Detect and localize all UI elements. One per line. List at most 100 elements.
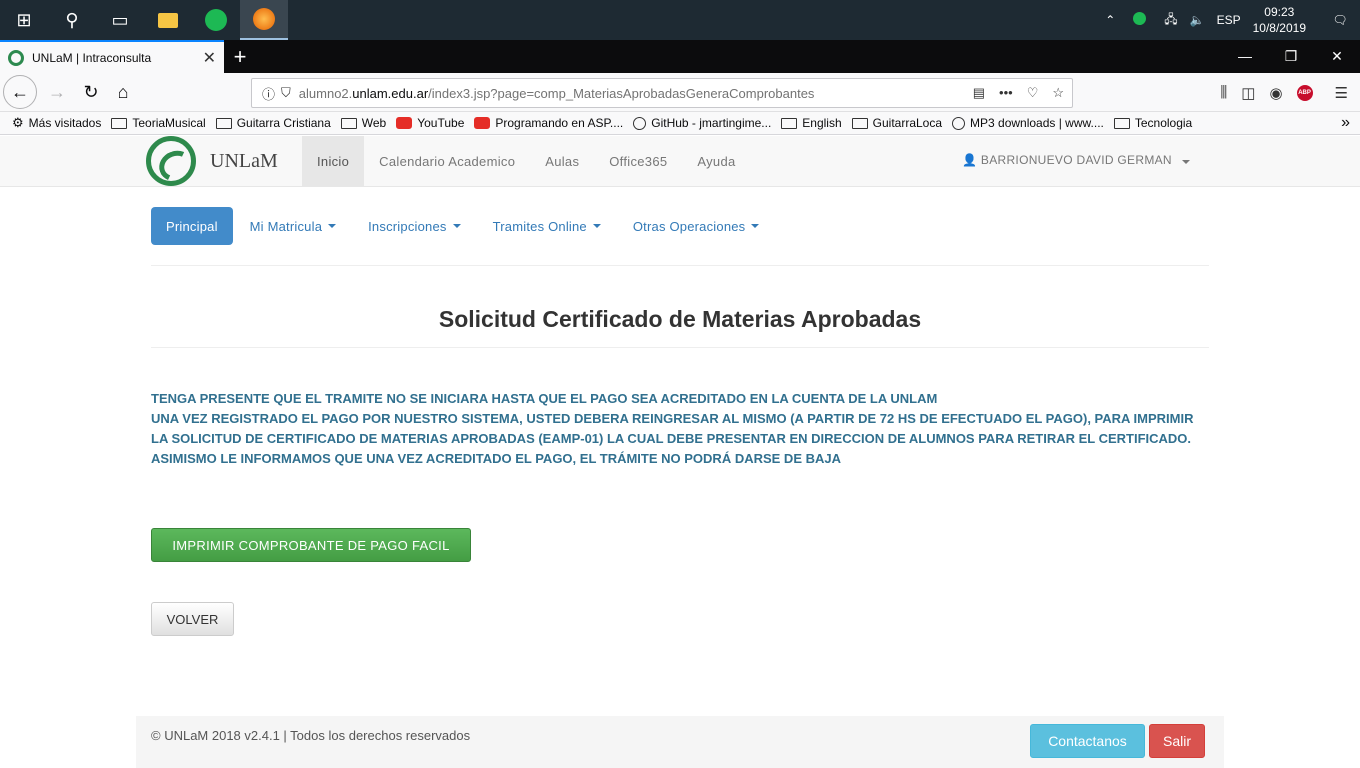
- bookmark-item[interactable]: English: [781, 116, 842, 130]
- network-icon[interactable]: 🖧: [1164, 10, 1177, 31]
- reload-icon[interactable]: ↻: [75, 76, 107, 108]
- folder-icon: [781, 117, 798, 129]
- firefox-icon[interactable]: [240, 0, 288, 40]
- bookmark-item[interactable]: YouTube: [396, 116, 464, 130]
- top-navigation: Inicio Calendario Academico Aulas Office…: [302, 136, 751, 186]
- tracking-shield-icon[interactable]: ⛉: [281, 85, 291, 101]
- bookmark-label: Tecnologia: [1134, 116, 1193, 130]
- divider: [151, 265, 1209, 266]
- minimize-icon[interactable]: —: [1222, 40, 1268, 73]
- notice-line: UNA VEZ REGISTRADO EL PAGO POR NUESTRO S…: [151, 411, 1194, 446]
- clock-date: 10/8/2019: [1252, 21, 1306, 35]
- pill-label: Principal: [166, 218, 218, 234]
- url-prefix: alumno2.: [298, 85, 353, 101]
- more-bookmarks-icon[interactable]: »: [1341, 114, 1350, 132]
- url-host: unlam.edu.ar: [352, 85, 429, 101]
- spotify-tray-icon[interactable]: [1127, 12, 1152, 28]
- url-path: /index3.jsp?page=comp_MateriasAprobadasG…: [428, 85, 815, 101]
- bookmark-item[interactable]: GuitarraLoca: [851, 116, 942, 130]
- page-actions-icon[interactable]: •••: [999, 85, 1013, 101]
- pill-otras-operaciones[interactable]: Otras Operaciones: [618, 207, 775, 245]
- chevron-up-icon[interactable]: ⌃: [1105, 13, 1115, 27]
- user-icon: 👤: [962, 153, 978, 167]
- bookmark-item[interactable]: Programando en ASP....: [474, 116, 623, 130]
- spotify-icon[interactable]: [192, 0, 240, 40]
- windows-start-icon[interactable]: ⊞: [0, 0, 48, 40]
- bookmark-item[interactable]: ⚙ Más visitados: [12, 115, 101, 131]
- bookmark-item[interactable]: TeoriaMusical: [111, 116, 206, 130]
- notification-icon[interactable]: 🗨: [1320, 0, 1360, 40]
- globe-icon: [633, 116, 647, 130]
- forward-icon[interactable]: →: [41, 76, 73, 108]
- brand-name[interactable]: UNLaM: [210, 150, 278, 173]
- system-tray: ⌃ 🖧 🔈 ESP 09:23 10/8/2019 🗨: [1099, 0, 1360, 40]
- clock-time: 09:23: [1264, 5, 1295, 19]
- tab-strip: UNLaM | Intraconsulta ✕ + — ❐ ✕: [0, 40, 1360, 73]
- print-payment-receipt-button[interactable]: IMPRIMIR COMPROBANTE DE PAGO FACIL: [151, 528, 471, 562]
- home-icon[interactable]: ⌂: [107, 76, 139, 108]
- browser-tab[interactable]: UNLaM | Intraconsulta ✕: [0, 40, 224, 73]
- close-tab-icon[interactable]: ✕: [203, 48, 216, 68]
- bookmark-item[interactable]: GitHub - jmartingime...: [633, 116, 771, 130]
- nav-calendario-academico[interactable]: Calendario Academico: [364, 136, 530, 186]
- search-icon[interactable]: ⚲: [48, 0, 96, 40]
- globe-icon: [952, 116, 966, 130]
- file-explorer-icon[interactable]: [144, 0, 192, 40]
- bookmark-item[interactable]: Web: [340, 116, 387, 130]
- chevron-down-icon: [1181, 160, 1190, 164]
- clock[interactable]: 09:23 10/8/2019: [1253, 4, 1306, 36]
- nav-office365[interactable]: Office365: [594, 136, 682, 186]
- folder-icon: [215, 117, 232, 129]
- pill-principal[interactable]: Principal: [151, 207, 233, 245]
- pill-label: Inscripciones: [368, 218, 447, 234]
- pill-label: Mi Matricula: [249, 218, 323, 234]
- bookmark-item[interactable]: Tecnologia: [1113, 116, 1193, 130]
- pill-tramites-online[interactable]: Tramites Online: [478, 207, 616, 245]
- bookmark-item[interactable]: MP3 downloads | www....: [952, 116, 1104, 130]
- account-icon[interactable]: ◉: [1269, 84, 1282, 102]
- restore-icon[interactable]: ❐: [1268, 40, 1314, 73]
- close-window-icon[interactable]: ✕: [1314, 40, 1360, 73]
- menu-icon[interactable]: ☰: [1335, 84, 1348, 102]
- reader-view-icon[interactable]: ▤: [973, 85, 985, 101]
- user-name: BARRIONUEVO DAVID GERMAN: [980, 153, 1172, 167]
- divider: [151, 347, 1209, 348]
- unlam-logo[interactable]: [146, 136, 196, 186]
- bookmark-label: Web: [361, 116, 387, 130]
- user-menu[interactable]: 👤 BARRIONUEVO DAVID GERMAN: [962, 153, 1190, 167]
- pocket-icon[interactable]: ♡: [1027, 85, 1039, 101]
- contact-button[interactable]: Contactanos: [1030, 724, 1145, 758]
- info-icon[interactable]: ⓘ: [262, 84, 275, 103]
- logout-button[interactable]: Salir: [1149, 724, 1205, 758]
- back-button[interactable]: VOLVER: [151, 602, 234, 636]
- chevron-down-icon: [452, 224, 461, 228]
- pill-mi-matricula[interactable]: Mi Matricula: [235, 207, 351, 245]
- task-view-icon[interactable]: ▭: [96, 0, 144, 40]
- url-bar-actions: ▤ ••• ♡ ☆: [973, 85, 1072, 101]
- url-bar[interactable]: ⓘ ⛉ alumno2. unlam.edu.ar/index3.jsp?page…: [251, 78, 1073, 108]
- new-tab-icon[interactable]: +: [224, 40, 256, 73]
- bookmark-star-icon[interactable]: ☆: [1052, 85, 1064, 101]
- footer: © UNLaM 2018 v2.4.1 | Todos los derechos…: [136, 716, 1224, 768]
- notice-text: TENGA PRESENTE QUE EL TRAMITE NO SE INIC…: [151, 389, 1209, 469]
- sidebar-icon[interactable]: ◫: [1241, 84, 1255, 102]
- nav-aulas[interactable]: Aulas: [530, 136, 594, 186]
- youtube-icon: [396, 117, 413, 129]
- bookmark-label: Programando en ASP....: [495, 116, 624, 130]
- adblock-plus-icon[interactable]: ABP: [1296, 84, 1313, 101]
- windows-taskbar: ⊞ ⚲ ▭ ⌃ 🖧 🔈 ESP 09:23 10/8/2019 🗨: [0, 0, 1360, 40]
- bookmark-label: TeoriaMusical: [132, 116, 206, 130]
- chevron-down-icon: [328, 224, 337, 228]
- bookmark-item[interactable]: Guitarra Cristiana: [215, 116, 331, 130]
- bookmarks-toolbar: ⚙ Más visitados TeoriaMusical Guitarra Cris…: [0, 112, 1360, 135]
- nav-ayuda[interactable]: Ayuda: [682, 136, 750, 186]
- bookmark-label: GitHub - jmartingime...: [651, 116, 772, 130]
- volume-icon[interactable]: 🔈: [1190, 13, 1205, 27]
- pill-inscripciones[interactable]: Inscripciones: [353, 207, 475, 245]
- nav-inicio[interactable]: Inicio: [302, 136, 365, 186]
- language-indicator[interactable]: ESP: [1217, 13, 1241, 27]
- back-icon[interactable]: ←: [3, 75, 37, 109]
- youtube-icon: [474, 117, 491, 129]
- bookmark-label: YouTube: [417, 116, 465, 130]
- library-icon[interactable]: ⫼: [1220, 84, 1227, 101]
